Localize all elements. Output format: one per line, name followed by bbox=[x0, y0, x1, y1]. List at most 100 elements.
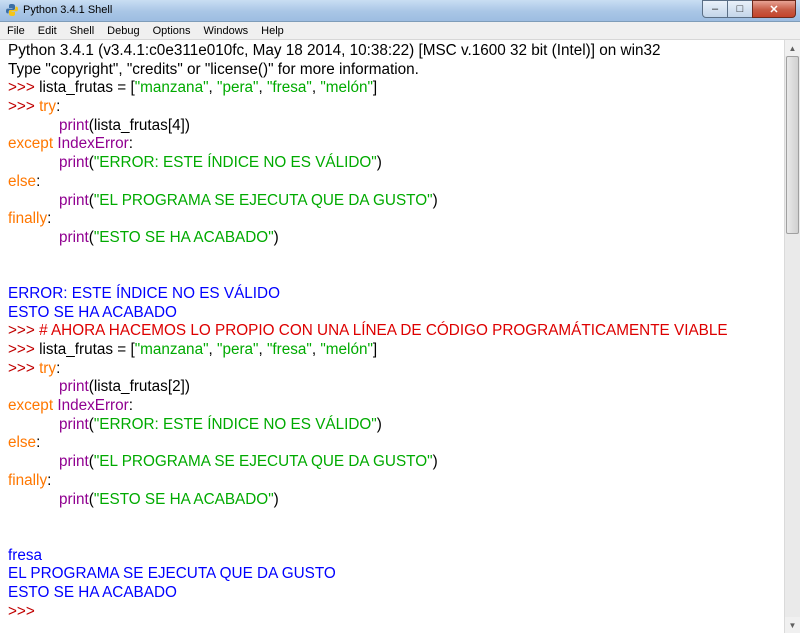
token-string: "pera" bbox=[217, 341, 259, 358]
token-default bbox=[8, 378, 59, 395]
token-keyword: except bbox=[8, 397, 54, 415]
token-default: ) bbox=[273, 490, 279, 508]
close-button[interactable]: ✕ bbox=[752, 0, 796, 18]
token-default: , bbox=[208, 341, 218, 358]
shell-line: Type "copyright", "credits" or "license(… bbox=[8, 61, 784, 80]
token-default: ) bbox=[376, 154, 382, 172]
token-default: ) bbox=[432, 191, 438, 209]
minimize-icon: – bbox=[711, 3, 719, 15]
idle-shell-window: Python 3.4.1 Shell – □ ✕ File Edit Shell… bbox=[0, 0, 800, 633]
menu-debug[interactable]: Debug bbox=[100, 22, 145, 40]
menu-help[interactable]: Help bbox=[254, 22, 290, 40]
shell-line: EL PROGRAMA SE EJECUTA QUE DA GUSTO bbox=[8, 565, 784, 584]
token-default: ] bbox=[372, 79, 378, 97]
shell-text-area[interactable]: Python 3.4.1 (v3.4.1:c0e311e010fc, May 1… bbox=[0, 40, 784, 633]
token-prompt: >>> bbox=[8, 359, 40, 377]
token-string: "fresa" bbox=[267, 79, 312, 97]
token-string: "melón" bbox=[320, 79, 373, 97]
menu-shell[interactable]: Shell bbox=[63, 22, 100, 40]
menu-edit[interactable]: Edit bbox=[31, 22, 63, 40]
shell-line: print(lista_frutas[2]) bbox=[8, 378, 784, 397]
token-string: "EL PROGRAMA SE EJECUTA QUE DA GUSTO" bbox=[93, 191, 433, 209]
token-keyword: finally bbox=[8, 210, 48, 228]
token-prompt: >>> bbox=[8, 341, 40, 358]
token-default: : bbox=[47, 471, 52, 489]
token-default bbox=[8, 453, 59, 470]
token-keyword: try bbox=[39, 359, 57, 377]
token-default: Type "copyright", "credits" or "license(… bbox=[8, 60, 419, 78]
title-bar[interactable]: Python 3.4.1 Shell – □ ✕ bbox=[0, 0, 800, 22]
token-builtin: print bbox=[59, 154, 89, 172]
token-keyword: else bbox=[8, 434, 37, 452]
up-arrow-icon: ▲ bbox=[788, 43, 797, 53]
token-string: "ESTO SE HA ACABADO" bbox=[93, 228, 274, 246]
token-output: fresa bbox=[8, 546, 43, 564]
token-default: , bbox=[258, 341, 267, 358]
shell-line: >>> # AHORA HACEMOS LO PROPIO CON UNA LÍ… bbox=[8, 322, 784, 341]
maximize-button[interactable]: □ bbox=[727, 0, 753, 18]
token-prompt: >>> bbox=[8, 322, 40, 340]
token-default bbox=[8, 154, 59, 171]
token-string: "ESTO SE HA ACABADO" bbox=[93, 490, 274, 508]
token-string: "fresa" bbox=[267, 341, 312, 358]
token-builtin: print bbox=[59, 116, 89, 134]
maximize-icon: □ bbox=[736, 3, 744, 15]
vertical-scrollbar[interactable]: ▲ ▼ bbox=[784, 40, 800, 633]
token-builtin: IndexError bbox=[57, 397, 129, 415]
token-default bbox=[8, 117, 59, 134]
token-string: "EL PROGRAMA SE EJECUTA QUE DA GUSTO" bbox=[93, 453, 433, 471]
token-comment: # AHORA HACEMOS LO PROPIO CON UNA LÍNEA … bbox=[39, 322, 728, 340]
token-output: ERROR: ESTE ÍNDICE NO ES VÁLIDO bbox=[8, 284, 280, 302]
token-string: "ERROR: ESTE ÍNDICE NO ES VÁLIDO" bbox=[93, 154, 377, 172]
close-icon: ✕ bbox=[769, 3, 779, 16]
shell-line: print("EL PROGRAMA SE EJECUTA QUE DA GUS… bbox=[8, 192, 784, 211]
token-keyword: finally bbox=[8, 471, 48, 489]
shell-line: ERROR: ESTE ÍNDICE NO ES VÁLIDO bbox=[8, 285, 784, 304]
token-default bbox=[8, 192, 59, 209]
shell-line: print("ERROR: ESTE ÍNDICE NO ES VÁLIDO") bbox=[8, 416, 784, 435]
token-default: : bbox=[47, 210, 52, 228]
token-default: Python 3.4.1 (v3.4.1:c0e311e010fc, May 1… bbox=[8, 42, 661, 59]
shell-line: print(lista_frutas[4]) bbox=[8, 117, 784, 136]
token-default: ] bbox=[372, 341, 378, 358]
token-builtin: IndexError bbox=[57, 135, 129, 153]
token-builtin: print bbox=[59, 490, 89, 508]
token-default: : bbox=[56, 98, 61, 116]
token-builtin: print bbox=[59, 453, 89, 471]
token-prompt: >>> bbox=[8, 98, 40, 116]
token-output: ESTO SE HA ACABADO bbox=[8, 583, 177, 601]
minimize-button[interactable]: – bbox=[702, 0, 728, 18]
token-keyword: try bbox=[39, 98, 57, 116]
shell-line: print("ERROR: ESTE ÍNDICE NO ES VÁLIDO") bbox=[8, 154, 784, 173]
shell-line: finally: bbox=[8, 472, 784, 491]
shell-line: ESTO SE HA ACABADO bbox=[8, 304, 784, 323]
scroll-down-button[interactable]: ▼ bbox=[785, 617, 800, 633]
menu-options[interactable]: Options bbox=[146, 22, 197, 40]
menu-file[interactable]: File bbox=[0, 22, 31, 40]
token-builtin: print bbox=[59, 191, 89, 209]
token-default: : bbox=[36, 434, 41, 452]
shell-line: fresa bbox=[8, 547, 784, 566]
token-keyword: else bbox=[8, 172, 37, 190]
shell-line: Python 3.4.1 (v3.4.1:c0e311e010fc, May 1… bbox=[8, 42, 784, 61]
token-string: "melón" bbox=[320, 341, 373, 358]
menu-bar: File Edit Shell Debug Options Windows He… bbox=[0, 22, 800, 40]
token-string: "manzana" bbox=[134, 79, 209, 97]
window-controls: – □ ✕ bbox=[702, 0, 796, 19]
window-title: Python 3.4.1 Shell bbox=[23, 4, 113, 16]
scroll-up-button[interactable]: ▲ bbox=[785, 40, 800, 56]
token-prompt: >>> bbox=[8, 602, 40, 620]
shell-line: finally: bbox=[8, 210, 784, 229]
shell-line: else: bbox=[8, 434, 784, 453]
token-default: , bbox=[258, 79, 267, 97]
shell-line: except IndexError: bbox=[8, 397, 784, 416]
token-string: "pera" bbox=[217, 79, 259, 97]
token-output: EL PROGRAMA SE EJECUTA QUE DA GUSTO bbox=[8, 565, 336, 583]
token-default: lista_frutas = [ bbox=[39, 79, 135, 97]
scrollbar-thumb[interactable] bbox=[786, 56, 799, 234]
menu-windows[interactable]: Windows bbox=[197, 22, 255, 40]
token-default: (lista_frutas[2]) bbox=[88, 378, 190, 396]
token-default bbox=[8, 416, 59, 433]
token-string: "manzana" bbox=[134, 341, 209, 358]
